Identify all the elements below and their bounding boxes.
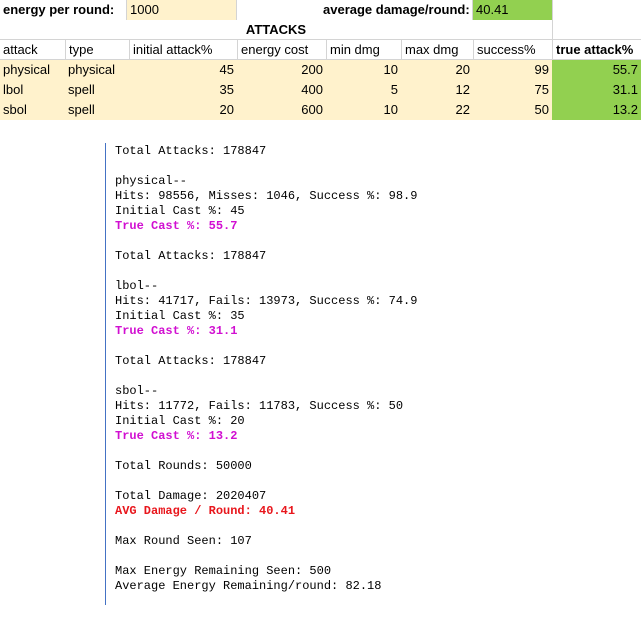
- true-attack[interactable]: 31.1: [552, 80, 641, 100]
- console-sbol-title: sbol--: [115, 384, 159, 398]
- header-min-dmg[interactable]: min dmg: [326, 40, 401, 60]
- table-row: sbol spell 20 600 10 22 50 13.2: [0, 100, 641, 120]
- console-physical-true-cast: True Cast %: 55.7: [115, 219, 238, 233]
- min-dmg[interactable]: 10: [326, 60, 401, 80]
- console-sbol-true-cast: True Cast %: 13.2: [115, 429, 238, 443]
- console-total-attacks: Total Attacks: 178847: [115, 354, 267, 368]
- attack-type[interactable]: spell: [65, 80, 129, 100]
- initial-attack[interactable]: 20: [129, 100, 237, 120]
- energy-cost[interactable]: 400: [237, 80, 326, 100]
- attack-type[interactable]: physical: [65, 60, 129, 80]
- console-max-round: Max Round Seen: 107: [115, 534, 252, 548]
- console-total-attacks: Total Attacks: 178847: [115, 249, 267, 263]
- header-row: attack type initial attack% energy cost …: [0, 40, 641, 60]
- attack-name[interactable]: lbol: [0, 80, 65, 100]
- energy-per-round-value[interactable]: 1000: [126, 0, 236, 20]
- header-type[interactable]: type: [65, 40, 129, 60]
- console-left-rule: [105, 143, 106, 605]
- header-energy-cost[interactable]: energy cost: [237, 40, 326, 60]
- initial-attack[interactable]: 45: [129, 60, 237, 80]
- empty-cell[interactable]: [552, 0, 641, 20]
- true-attack[interactable]: 55.7: [552, 60, 641, 80]
- console-total-damage: Total Damage: 2020407: [115, 489, 267, 503]
- success[interactable]: 99: [473, 60, 552, 80]
- console-physical-title: physical--: [115, 174, 188, 188]
- header-max-dmg[interactable]: max dmg: [401, 40, 473, 60]
- success[interactable]: 50: [473, 100, 552, 120]
- spreadsheet: energy per round: 1000 average damage/ro…: [0, 0, 641, 121]
- empty-cell[interactable]: [552, 20, 641, 40]
- min-dmg[interactable]: 10: [326, 100, 401, 120]
- console-max-energy: Max Energy Remaining Seen: 500: [115, 564, 332, 578]
- summary-row: energy per round: 1000 average damage/ro…: [0, 0, 641, 20]
- console-lbol-true-cast: True Cast %: 31.1: [115, 324, 238, 338]
- header-true-attack[interactable]: true attack%: [552, 40, 641, 60]
- table-row: lbol spell 35 400 5 12 75 31.1: [0, 80, 641, 100]
- console-sbol-initial-cast: Initial Cast %: 20: [115, 414, 245, 428]
- table-row: physical physical 45 200 10 20 99 55.7: [0, 60, 641, 80]
- attack-name[interactable]: physical: [0, 60, 65, 80]
- energy-cost[interactable]: 200: [237, 60, 326, 80]
- energy-cost[interactable]: 600: [237, 100, 326, 120]
- initial-attack[interactable]: 35: [129, 80, 237, 100]
- console-lbol-title: lbol--: [115, 279, 159, 293]
- header-attack[interactable]: attack: [0, 40, 65, 60]
- average-damage-value[interactable]: 40.41: [472, 0, 552, 20]
- attacks-section-title[interactable]: ATTACKS: [0, 20, 552, 40]
- min-dmg[interactable]: 5: [326, 80, 401, 100]
- console-lbol-initial-cast: Initial Cast %: 35: [115, 309, 245, 323]
- console-avg-damage: AVG Damage / Round: 40.41: [115, 504, 296, 518]
- average-damage-label[interactable]: average damage/round:: [320, 0, 472, 20]
- attack-name[interactable]: sbol: [0, 100, 65, 120]
- console-physical-initial-cast: Initial Cast %: 45: [115, 204, 245, 218]
- console-total-attacks: Total Attacks: 178847: [115, 144, 267, 158]
- section-title-row: ATTACKS: [0, 20, 641, 40]
- header-success[interactable]: success%: [473, 40, 552, 60]
- energy-per-round-label[interactable]: energy per round:: [0, 0, 126, 20]
- header-initial-attack[interactable]: initial attack%: [129, 40, 237, 60]
- console-avg-energy: Average Energy Remaining/round: 82.18: [115, 579, 382, 593]
- true-attack[interactable]: 13.2: [552, 100, 641, 120]
- max-dmg[interactable]: 20: [401, 60, 473, 80]
- console-output: Total Attacks: 178847 physical-- Hits: 9…: [115, 144, 635, 594]
- empty-cell[interactable]: [236, 0, 320, 20]
- max-dmg[interactable]: 22: [401, 100, 473, 120]
- console-total-rounds: Total Rounds: 50000: [115, 459, 252, 473]
- console-lbol-stats: Hits: 41717, Fails: 13973, Success %: 74…: [115, 294, 418, 308]
- console-physical-stats: Hits: 98556, Misses: 1046, Success %: 98…: [115, 189, 418, 203]
- max-dmg[interactable]: 12: [401, 80, 473, 100]
- attack-type[interactable]: spell: [65, 100, 129, 120]
- success[interactable]: 75: [473, 80, 552, 100]
- console-sbol-stats: Hits: 11772, Fails: 11783, Success %: 50: [115, 399, 404, 413]
